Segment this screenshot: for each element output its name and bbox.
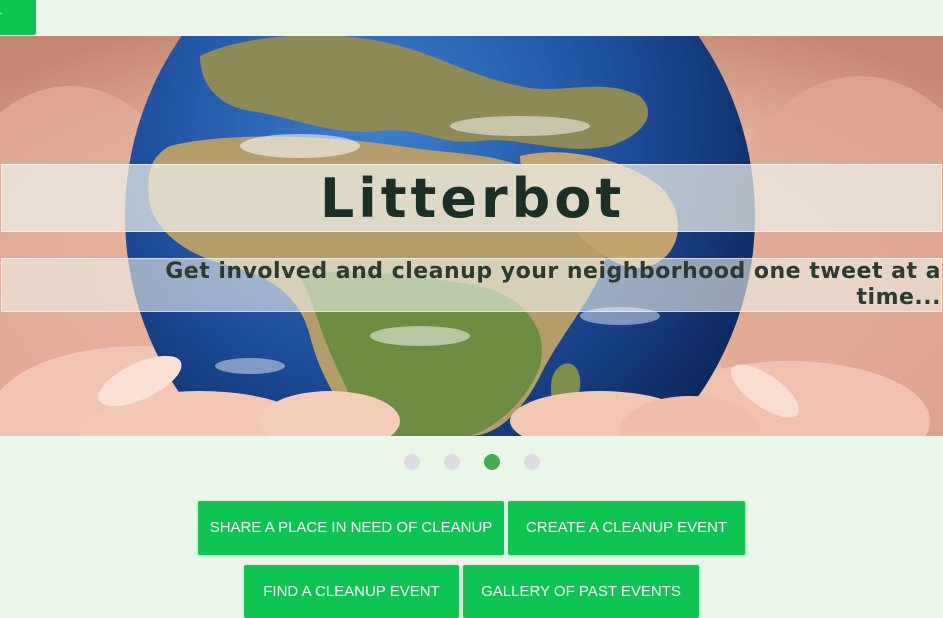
title-banner: Litterbot: [1, 164, 942, 232]
hero-image: [0, 36, 943, 436]
find-event-button[interactable]: FIND A CLEANUP EVENT: [244, 565, 459, 618]
carousel-dot-3[interactable]: [484, 454, 500, 470]
page: T: [0, 0, 943, 618]
nav-menu-tab[interactable]: T: [0, 0, 36, 35]
carousel-dot-1[interactable]: [404, 454, 420, 470]
carousel-dot-4[interactable]: [524, 454, 540, 470]
carousel-dot-2[interactable]: [444, 454, 460, 470]
create-event-button[interactable]: CREATE A CLEANUP EVENT: [508, 501, 745, 555]
hero-carousel: Litterbot Get involved and cleanup your …: [0, 36, 943, 436]
tagline: Get involved and cleanup your neighborho…: [165, 259, 941, 310]
share-place-button[interactable]: SHARE A PLACE IN NEED OF CLEANUP: [198, 501, 504, 555]
gallery-button[interactable]: GALLERY OF PAST EVENTS: [463, 565, 699, 618]
page-title: Litterbot: [319, 167, 626, 230]
carousel-indicators: [0, 454, 943, 470]
tagline-banner: Get involved and cleanup your neighborho…: [1, 258, 942, 312]
